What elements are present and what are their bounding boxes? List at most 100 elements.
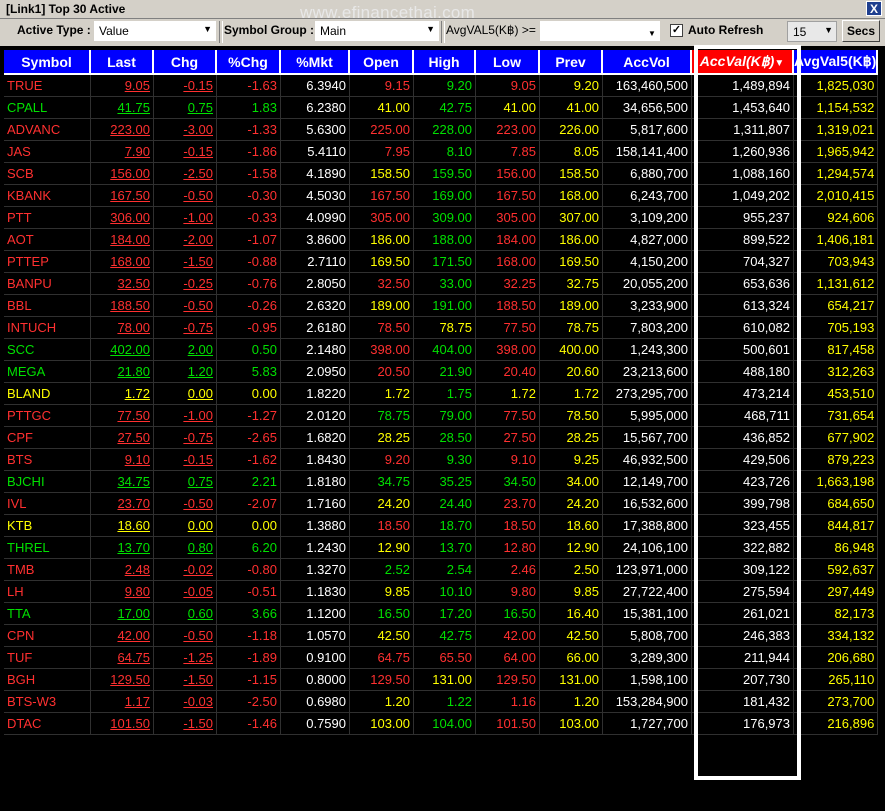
column-header-low[interactable]: Low	[476, 50, 540, 75]
table-row[interactable]: INTUCH 78.00 -0.75 -0.95 2.6180 78.50 78.75 77.…	[4, 317, 879, 339]
table-row[interactable]: KBANK 167.50 -0.50 -0.30 4.5030 167.50 169.00 1…	[4, 185, 879, 207]
chg-cell: -0.05	[154, 581, 217, 603]
column-header-pchg[interactable]: %Chg	[217, 50, 281, 75]
close-icon[interactable]: X	[866, 1, 882, 16]
accval-cell: 399,798	[692, 493, 794, 515]
mkt-cell: 3.8600	[281, 229, 350, 251]
chg-cell: -1.50	[154, 713, 217, 735]
table-row[interactable]: IVL 23.70 -0.50 -2.07 1.7160 24.20 24.40 23.70 2…	[4, 493, 879, 515]
pchg-cell: 3.66	[217, 603, 281, 625]
low-cell: 129.50	[476, 669, 540, 691]
low-cell: 20.40	[476, 361, 540, 383]
table-row[interactable]: CPN 42.00 -0.50 -1.18 1.0570 42.50 42.75 42.00 4…	[4, 625, 879, 647]
table-row[interactable]: BLAND 1.72 0.00 0.00 1.8220 1.72 1.75 1.72 1.72 2…	[4, 383, 879, 405]
table-row[interactable]: BANPU 32.50 -0.25 -0.76 2.8050 32.50 33.00 32.2…	[4, 273, 879, 295]
symbol-cell: PTT	[4, 207, 91, 229]
column-header-last[interactable]: Last	[91, 50, 154, 75]
table-row[interactable]: ADVANC 223.00 -3.00 -1.33 5.6300 225.00 228.00…	[4, 119, 879, 141]
table-row[interactable]: TUF 64.75 -1.25 -1.89 0.9100 64.75 65.50 64.00 6…	[4, 647, 879, 669]
table-row[interactable]: CPALL 41.75 0.75 1.83 6.2380 41.00 42.75 41.00 4…	[4, 97, 879, 119]
accval-cell: 1,311,807	[692, 119, 794, 141]
prev-cell: 20.60	[540, 361, 603, 383]
toolbar-separator	[441, 21, 445, 43]
table-row[interactable]: AOT 184.00 -2.00 -1.07 3.8600 186.00 188.00 184…	[4, 229, 879, 251]
chg-cell: -0.75	[154, 427, 217, 449]
accval-cell: 309,122	[692, 559, 794, 581]
last-cell: 42.00	[91, 625, 154, 647]
high-cell: 131.00	[414, 669, 476, 691]
open-cell: 186.00	[350, 229, 414, 251]
accval-cell: 423,726	[692, 471, 794, 493]
table-row[interactable]: SCC 402.00 2.00 0.50 2.1480 398.00 404.00 398.0…	[4, 339, 879, 361]
table-row[interactable]: BBL 188.50 -0.50 -0.26 2.6320 189.00 191.00 188…	[4, 295, 879, 317]
chg-cell: -2.00	[154, 229, 217, 251]
prev-cell: 1.72	[540, 383, 603, 405]
table-row[interactable]: PTTGC 77.50 -1.00 -1.27 2.0120 78.75 79.00 77.5…	[4, 405, 879, 427]
table-row[interactable]: KTB 18.60 0.00 0.00 1.3880 18.50 18.70 18.50 18.…	[4, 515, 879, 537]
column-header-prev[interactable]: Prev	[540, 50, 603, 75]
table-row[interactable]: BTS 9.10 -0.15 -1.62 1.8430 9.20 9.30 9.10 9.25 4…	[4, 449, 879, 471]
symbol-cell: KBANK	[4, 185, 91, 207]
table-row[interactable]: THREL 13.70 0.80 6.20 1.2430 12.90 13.70 12.80 1…	[4, 537, 879, 559]
table-row[interactable]: CPF 27.50 -0.75 -2.65 1.6820 28.25 28.50 27.50 2…	[4, 427, 879, 449]
column-header-open[interactable]: Open	[350, 50, 414, 75]
column-header-accval[interactable]: AccVal(K฿)▼	[692, 50, 794, 75]
table-row[interactable]: TRUE 9.05 -0.15 -1.63 6.3940 9.15 9.20 9.05 9.20…	[4, 75, 879, 97]
table-row[interactable]: BGH 129.50 -1.50 -1.15 0.8000 129.50 131.00 129…	[4, 669, 879, 691]
high-cell: 9.20	[414, 75, 476, 97]
column-header-avgval5[interactable]: AvgVal5(K฿)	[794, 50, 879, 75]
accval-cell: 473,214	[692, 383, 794, 405]
table-row[interactable]: DTAC 101.50 -1.50 -1.46 0.7590 103.00 104.00 10…	[4, 713, 879, 735]
table-row[interactable]: BJCHI 34.75 0.75 2.21 1.8180 34.75 35.25 34.50 3…	[4, 471, 879, 493]
active-type-select[interactable]: Value ▼	[94, 21, 216, 41]
mkt-cell: 0.8000	[281, 669, 350, 691]
column-header-chg[interactable]: Chg	[154, 50, 217, 75]
accval-cell: 468,711	[692, 405, 794, 427]
chg-cell: -0.50	[154, 625, 217, 647]
accvol-cell: 3,289,300	[603, 647, 692, 669]
secs-button[interactable]: Secs	[842, 20, 880, 42]
table-row[interactable]: PTTEP 168.00 -1.50 -0.88 2.7110 169.50 171.50 1…	[4, 251, 879, 273]
table-row[interactable]: LH 9.80 -0.05 -0.51 1.1830 9.85 10.10 9.80 9.85 2…	[4, 581, 879, 603]
last-cell: 7.90	[91, 141, 154, 163]
pchg-cell: -0.51	[217, 581, 281, 603]
auto-refresh-checkbox[interactable]: ✓	[670, 24, 683, 37]
column-header-accvol[interactable]: AccVol	[603, 50, 692, 75]
mkt-cell: 0.9100	[281, 647, 350, 669]
column-header-mkt[interactable]: %Mkt	[281, 50, 350, 75]
avgval5-cell: 703,943	[794, 251, 879, 273]
symbol-group-select[interactable]: Main ▼	[315, 21, 439, 41]
mkt-cell: 2.1480	[281, 339, 350, 361]
avgval5-cell: 273,700	[794, 691, 879, 713]
column-header-symbol[interactable]: Symbol	[4, 50, 91, 75]
table-row[interactable]: JAS 7.90 -0.15 -1.86 5.4110 7.95 8.10 7.85 8.05 1…	[4, 141, 879, 163]
prev-cell: 24.20	[540, 493, 603, 515]
mkt-cell: 1.7160	[281, 493, 350, 515]
avgval5-cell: 924,606	[794, 207, 879, 229]
chg-cell: -1.25	[154, 647, 217, 669]
accval-cell: 610,082	[692, 317, 794, 339]
pchg-cell: -1.58	[217, 163, 281, 185]
low-cell: 167.50	[476, 185, 540, 207]
avgval5-cell: 817,458	[794, 339, 879, 361]
accval-cell: 613,324	[692, 295, 794, 317]
table-row[interactable]: MEGA 21.80 1.20 5.83 2.0950 20.50 21.90 20.40 20…	[4, 361, 879, 383]
last-cell: 64.75	[91, 647, 154, 669]
table-row[interactable]: TTA 17.00 0.60 3.66 1.1200 16.50 17.20 16.50 16.…	[4, 603, 879, 625]
table-row[interactable]: PTT 306.00 -1.00 -0.33 4.0990 305.00 309.00 305…	[4, 207, 879, 229]
table-row[interactable]: BTS-W3 1.17 -0.03 -2.50 0.6980 1.20 1.22 1.16 1.…	[4, 691, 879, 713]
accvol-cell: 12,149,700	[603, 471, 692, 493]
low-cell: 9.05	[476, 75, 540, 97]
chevron-down-icon[interactable]: ▼	[648, 29, 656, 38]
filter-input[interactable]	[540, 21, 660, 41]
symbol-cell: BANPU	[4, 273, 91, 295]
accval-cell: 653,636	[692, 273, 794, 295]
prev-cell: 186.00	[540, 229, 603, 251]
table-row[interactable]: SCB 156.00 -2.50 -1.58 4.1890 158.50 159.50 156…	[4, 163, 879, 185]
low-cell: 168.00	[476, 251, 540, 273]
refresh-interval-select[interactable]: 15 ▼	[787, 21, 837, 42]
open-cell: 167.50	[350, 185, 414, 207]
column-header-high[interactable]: High	[414, 50, 476, 75]
table-row[interactable]: TMB 2.48 -0.02 -0.80 1.3270 2.52 2.54 2.46 2.50 1…	[4, 559, 879, 581]
prev-cell: 28.25	[540, 427, 603, 449]
